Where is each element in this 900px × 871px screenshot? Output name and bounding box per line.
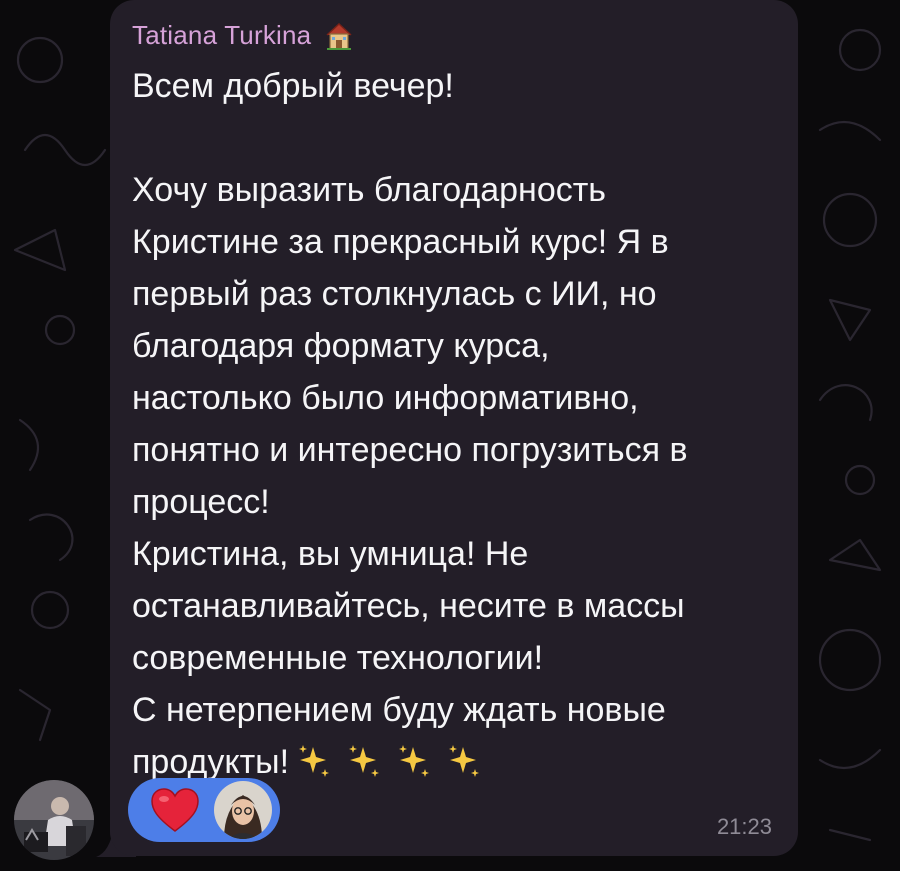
avatar (14, 780, 94, 860)
message-line: первый раз столкнулась с ИИ, но (132, 275, 657, 313)
heart-icon (151, 788, 199, 832)
chat-view: Tatiana Turkina Всем добрый вечер! Хочу … (0, 0, 900, 871)
avatar (214, 781, 272, 839)
sparkles-icon (299, 745, 480, 777)
message-bubble[interactable]: Tatiana Turkina Всем добрый вечер! Хочу … (110, 0, 798, 856)
message-line: настолько было информативно, (132, 379, 639, 417)
message-line: современные технологии! (132, 639, 544, 677)
message-line: продукты! (132, 743, 290, 781)
message-text: Всем добрый вечер! Хочу выразить благода… (132, 60, 782, 788)
message-line: благодаря формату курса, (132, 327, 550, 365)
sender-avatar[interactable] (14, 780, 94, 860)
reactor-avatar[interactable] (212, 779, 274, 841)
message-line: Всем добрый вечер! (132, 67, 454, 105)
message-line: С нетерпением буду ждать новые (132, 691, 666, 729)
message-line: Хочу выразить благодарность (132, 171, 607, 209)
house-icon (326, 22, 352, 50)
sparkles-group (295, 742, 495, 794)
message-time: 21:23 (716, 814, 772, 839)
message-line: процесс! (132, 483, 270, 521)
message-line: Кристине за прекрасный курс! Я в (132, 223, 669, 261)
sender-header: Tatiana Turkina (132, 20, 355, 51)
message-line: Кристина, вы умница! Не (132, 535, 529, 573)
message-line: понятно и интересно погрузиться в (132, 431, 688, 469)
message-line (132, 112, 782, 164)
message-line: останавливайтесь, несите в массы (132, 587, 685, 625)
sender-name[interactable]: Tatiana Turkina (132, 20, 311, 51)
reaction-pill[interactable] (128, 778, 280, 842)
